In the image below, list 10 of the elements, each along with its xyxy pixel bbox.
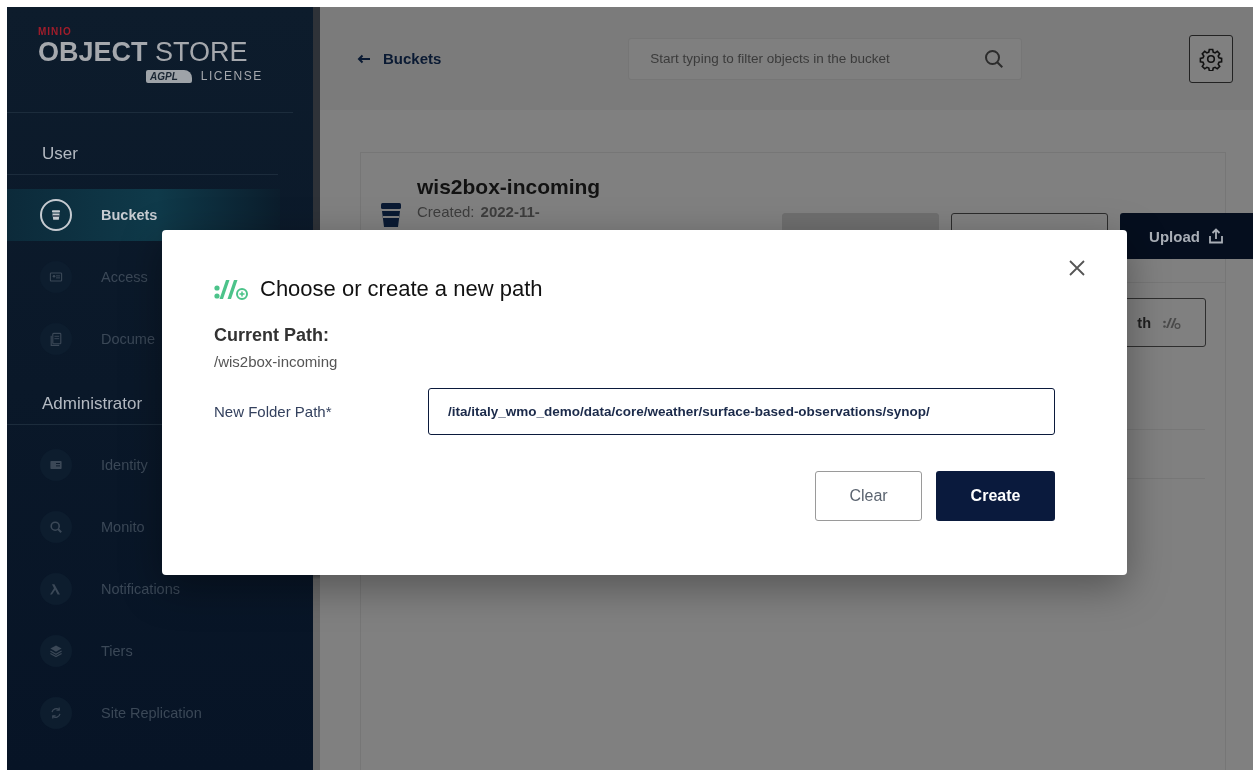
license-label: LICENSE — [200, 69, 263, 83]
brand-name: MINIO — [38, 27, 73, 37]
current-path-label: Current Path: — [214, 325, 330, 346]
section-heading: User — [7, 143, 278, 175]
product-name: OBJECT STORE — [38, 37, 249, 67]
created-date: Created: 2022-11- — [417, 203, 541, 220]
bucket-name: wis2box-incoming — [417, 175, 601, 199]
dialog-title: Choose or create a new path — [260, 276, 543, 302]
license-badge: AGPL — [146, 69, 192, 83]
current-path: /wis2box-incoming — [214, 353, 339, 370]
